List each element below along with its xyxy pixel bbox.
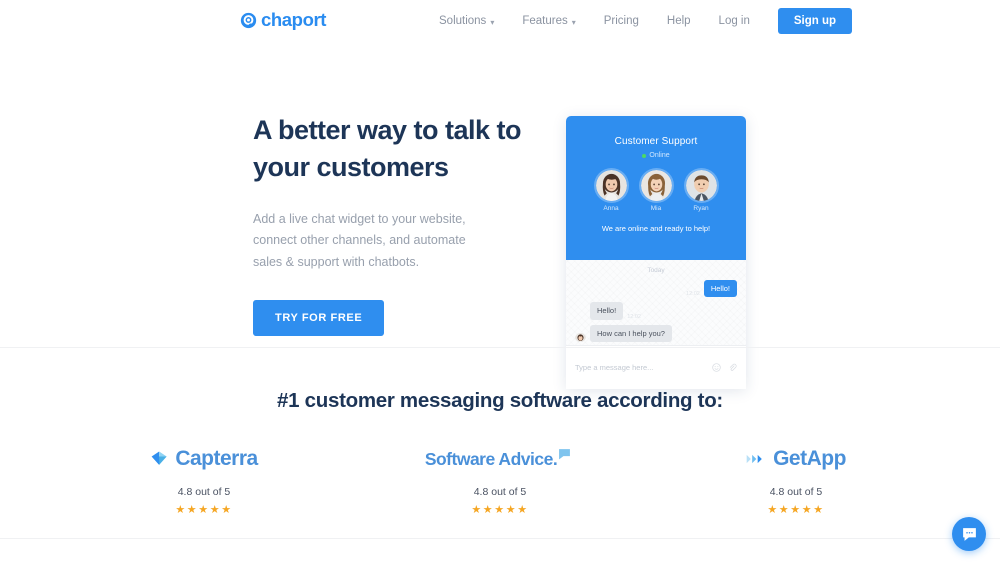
agent-name: Ryan [693, 205, 709, 212]
awards-title: #1 customer messaging software according… [277, 389, 723, 412]
message-bubble-incoming: How can I help you? [590, 324, 672, 343]
message-row: Hello! 12:02 [575, 302, 737, 320]
widget-status-label: Online [649, 152, 670, 159]
chevron-down-icon: ▾ [490, 17, 495, 27]
section-divider-bottom [0, 538, 1000, 539]
nav-label: Features [522, 15, 568, 27]
nav-item-login[interactable]: Log in [705, 15, 764, 27]
widget-title: Customer Support [614, 136, 698, 147]
hero-title-line-2: your customers [253, 152, 449, 183]
chat-bubble-icon [962, 527, 976, 541]
message-row: How can I help you? [575, 324, 737, 343]
software-advice-bubble-icon [559, 448, 571, 459]
nav-item-solutions[interactable]: Solutions ▾ [425, 15, 508, 27]
badge-software-advice[interactable]: Software Advice. 4.8 out of 5 ★★★★★ [410, 446, 590, 516]
chevron-down-icon: ▾ [571, 17, 576, 27]
message-bubble-outgoing: Hello! [703, 280, 737, 298]
getapp-chevrons-icon [746, 454, 762, 464]
awards-section: #1 customer messaging software according… [0, 348, 1000, 538]
main-nav: Solutions ▾ Features ▾ Pricing Help Log … [425, 0, 853, 42]
message-bubble-incoming: Hello! [590, 302, 624, 320]
widget-status: Online [566, 152, 746, 159]
hero-subtitle: Add a live chat widget to your website, … [253, 211, 466, 270]
message-row: 12:02 Hello! [575, 280, 737, 298]
agent-mia[interactable]: Mia [640, 170, 672, 212]
hero-title-line-1: A better way to talk to [253, 115, 522, 145]
nav-item-pricing[interactable]: Pricing [590, 15, 653, 27]
chaport-logo-icon [240, 12, 257, 28]
badge-logo: Software Advice. [410, 446, 590, 472]
badge-getapp[interactable]: GetApp 4.8 out of 5 ★★★★★ [706, 446, 886, 516]
online-dot-icon [642, 153, 647, 158]
agent-ryan[interactable]: Ryan [685, 170, 717, 212]
message-timestamp: 12:02 [627, 313, 641, 320]
avatar [685, 170, 717, 201]
landing-page: chaport Solutions ▾ Features ▾ Pricing H… [0, 0, 1000, 563]
badge-score: 4.8 out of 5 [473, 486, 527, 498]
capterra-arrow-icon [151, 451, 167, 465]
nav-item-help[interactable]: Help [653, 15, 705, 27]
badge-score: 4.8 out of 5 [769, 486, 823, 498]
widget-ready-text: We are online and ready to help! [601, 224, 711, 233]
page-title: A better way to talk to your customers [253, 112, 553, 187]
badge-score: 4.8 out of 5 [177, 486, 231, 498]
day-separator: Today [647, 267, 665, 274]
nav-item-features[interactable]: Features ▾ [508, 15, 589, 27]
try-for-free-button[interactable]: TRY FOR FREE [253, 300, 385, 337]
nav-label: Solutions [439, 15, 487, 27]
agent-avatars: Anna Mia Ryan [566, 170, 746, 212]
signup-button[interactable]: Sign up [777, 8, 853, 34]
logo-text: chaport [261, 9, 327, 30]
nav-label: Help [666, 15, 691, 27]
badge-name: Software Advice. [424, 448, 558, 469]
agent-name: Mia [650, 205, 662, 212]
widget-header: Customer Support Online Anna Mia Ryan We… [566, 116, 746, 260]
badge-logo: Capterra [114, 446, 294, 472]
badge-capterra[interactable]: Capterra 4.8 out of 5 ★★★★★ [114, 446, 294, 516]
widget-message-list: Today 12:02 Hello! Hello! 12:02 How can … [566, 260, 746, 345]
avatar [595, 170, 627, 201]
badge-logo: GetApp [706, 446, 886, 472]
agent-anna[interactable]: Anna [595, 170, 627, 212]
logo-link[interactable]: chaport [240, 9, 327, 30]
badge-name: GetApp [773, 447, 846, 470]
avatar [640, 170, 672, 201]
agent-name: Anna [603, 205, 619, 212]
badge-stars: ★★★★★ [471, 504, 529, 516]
awards-badges: Capterra 4.8 out of 5 ★★★★★ Software Adv… [0, 446, 1000, 516]
nav-label: Log in [718, 15, 750, 27]
badge-stars: ★★★★★ [767, 504, 825, 516]
hero-section: A better way to talk to your customers A… [0, 42, 1000, 389]
message-timestamp: 12:02 [686, 291, 700, 298]
badge-stars: ★★★★★ [175, 504, 233, 516]
site-header: chaport Solutions ▾ Features ▾ Pricing H… [0, 0, 1000, 42]
avatar [575, 331, 586, 343]
badge-name: Capterra [175, 447, 258, 470]
hero-copy: A better way to talk to your customers A… [253, 112, 553, 337]
nav-label: Pricing [603, 15, 639, 27]
chat-launcher-button[interactable] [952, 517, 986, 551]
